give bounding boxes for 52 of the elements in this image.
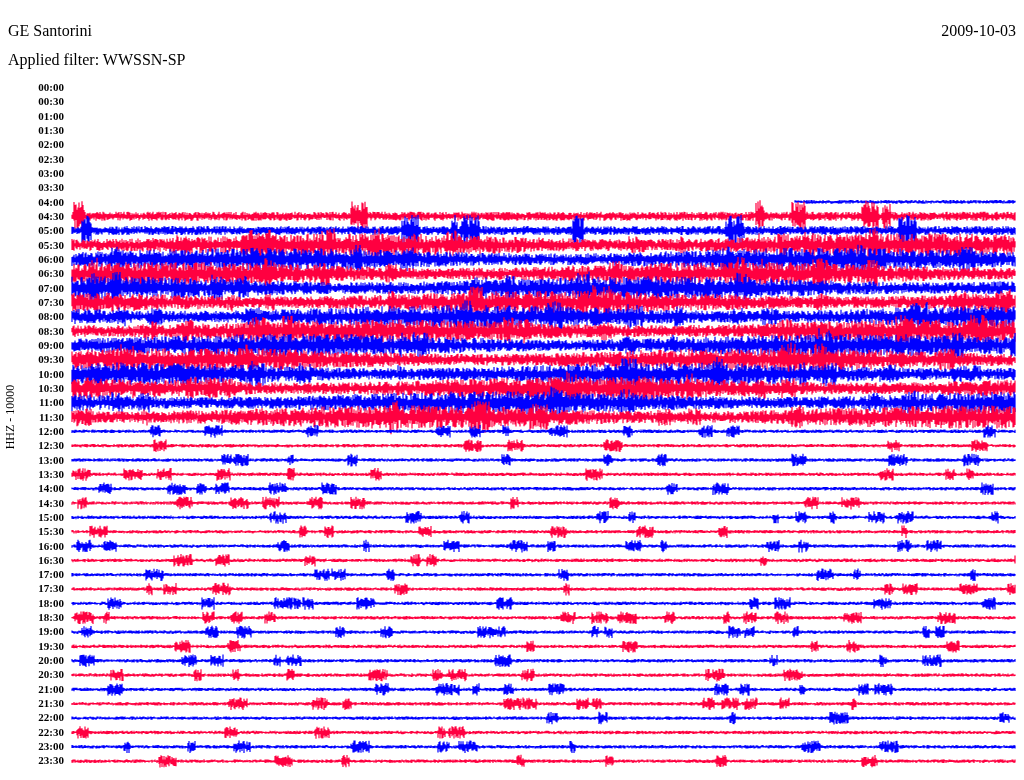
time-label: 19:00 bbox=[37, 624, 64, 639]
time-label: 14:30 bbox=[37, 495, 64, 510]
time-label: 08:30 bbox=[37, 323, 64, 338]
time-label: 20:30 bbox=[37, 667, 64, 682]
time-label: 10:00 bbox=[37, 366, 64, 381]
time-label: 08:00 bbox=[37, 309, 64, 324]
time-label: 07:30 bbox=[37, 294, 64, 310]
time-label: 20:00 bbox=[37, 653, 64, 668]
time-label: 16:30 bbox=[37, 552, 64, 568]
time-label: 05:30 bbox=[37, 237, 64, 252]
time-label: 01:00 bbox=[37, 108, 64, 123]
time-label: 13:00 bbox=[37, 452, 64, 467]
time-label: 23:00 bbox=[37, 739, 64, 754]
date-label: 2009-10-03 bbox=[941, 22, 1016, 40]
time-label: 10:30 bbox=[37, 380, 64, 396]
time-label: 18:30 bbox=[37, 610, 64, 625]
time-label: 11:00 bbox=[37, 395, 64, 410]
time-label: 23:30 bbox=[37, 753, 64, 768]
time-label: 12:30 bbox=[37, 438, 64, 453]
filter-label: Applied filter: WWSSN-SP bbox=[8, 51, 186, 69]
time-label: 00:00 bbox=[37, 80, 64, 95]
time-label: 15:30 bbox=[37, 524, 64, 539]
time-label: 18:00 bbox=[37, 595, 64, 611]
time-label: 11:30 bbox=[37, 409, 64, 424]
time-label: 16:00 bbox=[37, 538, 64, 553]
time-label: 05:00 bbox=[37, 223, 64, 238]
time-label: 22:00 bbox=[37, 710, 64, 725]
time-label: 09:00 bbox=[37, 337, 64, 353]
time-label: 21:30 bbox=[37, 696, 64, 711]
time-label: 02:00 bbox=[37, 137, 64, 152]
time-label: 22:30 bbox=[37, 724, 64, 740]
time-label: 09:30 bbox=[37, 352, 64, 367]
time-label: 21:00 bbox=[37, 681, 64, 697]
time-label: 13:30 bbox=[37, 466, 64, 482]
time-label: 03:00 bbox=[37, 165, 64, 181]
time-label: 06:30 bbox=[37, 266, 64, 281]
time-label: 03:30 bbox=[37, 180, 64, 195]
time-label: 02:30 bbox=[37, 151, 64, 166]
time-label: 17:30 bbox=[37, 581, 64, 596]
time-label: 04:30 bbox=[37, 208, 64, 224]
time-label: 19:30 bbox=[37, 638, 64, 654]
time-label: 04:00 bbox=[37, 194, 64, 209]
time-label: 01:30 bbox=[37, 123, 64, 138]
time-label: 12:00 bbox=[37, 423, 64, 439]
time-label: 15:00 bbox=[37, 509, 64, 525]
time-label: 06:00 bbox=[37, 251, 64, 267]
time-label: 07:00 bbox=[37, 280, 64, 295]
time-label: 14:00 bbox=[37, 481, 64, 496]
time-label: 00:30 bbox=[37, 94, 64, 109]
time-label: 17:00 bbox=[37, 567, 64, 582]
station-title: GE Santorini bbox=[8, 22, 92, 40]
axis-label: HHZ - 10000 bbox=[2, 384, 18, 450]
